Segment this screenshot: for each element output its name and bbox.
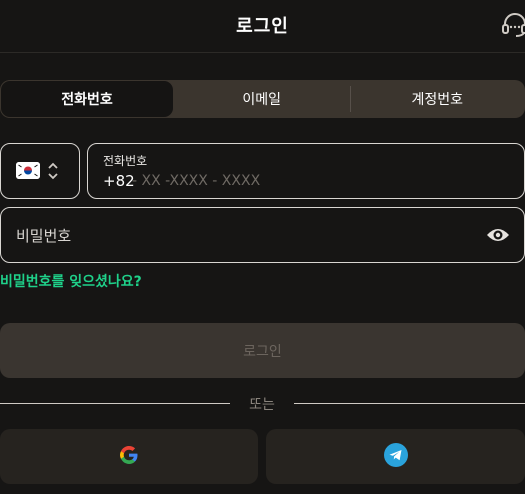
divider-left — [0, 403, 230, 404]
login-method-tabs: 전화번호 이메일 계정번호 — [0, 80, 525, 118]
login-page: 로그인 전화번호 이메일 계정번호 전화번호 +82 - XX -XXXX - … — [0, 0, 525, 494]
password-field — [0, 207, 525, 263]
country-code-select[interactable] — [0, 143, 80, 199]
south-korea-flag-icon — [16, 162, 40, 179]
phone-number-input[interactable] — [132, 170, 462, 192]
tab-account-number[interactable]: 계정번호 — [349, 80, 525, 118]
google-icon — [118, 444, 140, 470]
eye-icon[interactable] — [486, 225, 510, 249]
header: 로그인 — [0, 0, 525, 53]
phone-country-prefix: +82 — [103, 172, 135, 190]
chevron-updown-icon — [46, 159, 60, 187]
telegram-login-button[interactable] — [266, 429, 525, 484]
divider-right — [294, 403, 525, 404]
telegram-icon — [383, 442, 408, 471]
phone-field-label: 전화번호 — [103, 154, 148, 168]
headset-icon[interactable] — [500, 12, 525, 38]
forgot-password-link[interactable]: 비밀번호를 잊으셨나요? — [0, 271, 142, 291]
login-button[interactable]: 로그인 — [0, 323, 525, 378]
tab-email[interactable]: 이메일 — [174, 80, 350, 118]
password-input[interactable] — [16, 225, 456, 247]
phone-field: 전화번호 +82 — [87, 143, 525, 199]
tab-phone[interactable]: 전화번호 — [0, 80, 174, 118]
divider-label: 또는 — [249, 397, 275, 413]
page-title: 로그인 — [236, 16, 289, 37]
google-login-button[interactable] — [0, 429, 258, 484]
